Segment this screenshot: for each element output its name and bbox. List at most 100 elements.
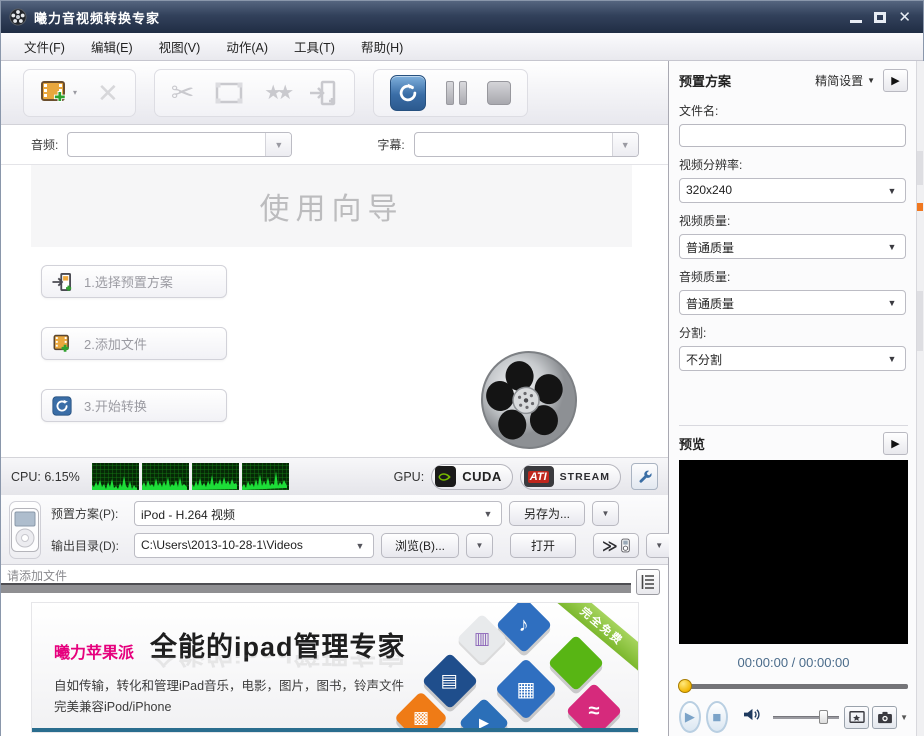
cpu-graphs [91, 463, 289, 490]
delete-file-button[interactable]: ✕ [97, 80, 119, 106]
choose-profile-icon [50, 271, 74, 293]
promo-banner: 曦力苹果派 全能的ipad管理专家 全能的ipad管理专家 自如传输，转化和管理… [1, 599, 668, 736]
scroll-strip-segment [917, 291, 923, 351]
preview-section: 预览 ▶ 00:00:00 / 00:00:00 ▶ ■ ▼ [678, 425, 908, 733]
effects-button[interactable]: ★★ [264, 83, 294, 103]
clip-button[interactable]: ✂ [171, 78, 194, 107]
preview-expand-button[interactable]: ▶ [883, 431, 908, 455]
seek-knob[interactable] [678, 679, 692, 693]
convert-button[interactable] [390, 74, 427, 111]
seek-bar[interactable] [678, 679, 908, 693]
crop-button[interactable] [214, 80, 244, 106]
promo-banner-box[interactable]: 曦力苹果派 全能的ipad管理专家 全能的ipad管理专家 自如传输，转化和管理… [31, 602, 639, 733]
preset-bar: 预置方案(P): iPod - H.264 视频 ▼ 另存为... ▼ 输出目录… [1, 495, 673, 565]
cuda-label: CUDA [462, 469, 502, 484]
filename-input[interactable] [679, 124, 906, 147]
queue-status-row: 请添加文件 [1, 565, 668, 599]
gpu-zone: GPU: CUDA ATI STREAM [394, 463, 658, 490]
nvidia-icon [435, 466, 457, 487]
banner-brand: 曦力苹果派 [54, 645, 135, 662]
add-file-button[interactable]: ▾ [40, 80, 77, 106]
audio-caret-icon[interactable]: ▼ [265, 133, 292, 156]
wizard-step-start-convert[interactable]: 3.开始转换 [41, 389, 227, 422]
device-ipod-button[interactable] [9, 500, 41, 559]
volume-knob[interactable] [819, 710, 829, 724]
wizard-step-add-files[interactable]: 2.添加文件 [41, 327, 227, 360]
add-file-caret-icon[interactable]: ▾ [73, 88, 77, 97]
pause-button[interactable] [446, 80, 468, 105]
menu-tools[interactable]: 工具(T) [281, 33, 348, 60]
minimize-button[interactable] [850, 12, 863, 23]
ati-stream-button[interactable]: ATI STREAM [519, 463, 621, 490]
settings-mode-caret-icon: ▼ [867, 75, 875, 85]
close-button[interactable]: ✕ [898, 9, 911, 26]
volume-slider[interactable] [772, 710, 840, 724]
cpu-graph-2 [141, 463, 189, 490]
audio-quality-select[interactable]: 普通质量 ▼ [679, 290, 906, 315]
split-select[interactable]: 不分割 ▼ [679, 346, 906, 371]
preview-stop-button[interactable]: ■ [705, 701, 728, 733]
wizard-step-choose-profile[interactable]: 1.选择预置方案 [41, 265, 227, 298]
profile-caret-icon[interactable]: ▼ [475, 502, 501, 525]
split-caret-icon: ▼ [887, 353, 897, 364]
split-value: 不分割 [686, 353, 723, 367]
cpu-graph-3 [191, 463, 239, 490]
snapshot-camera-button[interactable] [872, 705, 898, 729]
queue-list-button[interactable] [636, 569, 660, 595]
menu-action[interactable]: 动作(A) [213, 33, 281, 60]
menu-view[interactable]: 视图(V) [146, 33, 214, 60]
split-label: 分割: [679, 326, 707, 340]
start-convert-icon [50, 395, 74, 417]
transfer-to-device-button[interactable]: ≫ [593, 533, 639, 558]
window-title: 曦力音视频转换专家 [34, 10, 161, 26]
preview-controls: ▶ ■ ▼ [679, 701, 908, 733]
maximize-button[interactable] [874, 11, 887, 23]
cube-music: ♪ [495, 603, 553, 654]
menu-file[interactable]: 文件(F) [11, 33, 78, 60]
output-dir-select[interactable]: C:\Users\2013-10-28-1\Videos ▼ [134, 533, 374, 558]
settings-wrench-button[interactable] [631, 463, 658, 490]
volume-icon[interactable] [743, 707, 760, 727]
add-files-icon [50, 333, 74, 355]
snapshot-film-button[interactable] [844, 705, 870, 729]
video-quality-select[interactable]: 普通质量 ▼ [679, 234, 906, 259]
snapshot-caret-icon[interactable]: ▼ [900, 713, 908, 722]
cube-wifi: ≈ [565, 682, 623, 732]
profile-select[interactable]: iPod - H.264 视频 ▼ [134, 501, 502, 526]
settings-mode-select[interactable]: 精简设置 ▼ [815, 72, 875, 89]
film-reel-image [479, 348, 579, 457]
cuda-button[interactable]: CUDA [431, 463, 513, 490]
preview-play-button[interactable]: ▶ [679, 701, 701, 733]
seek-track[interactable] [679, 684, 908, 689]
cube-film: ▦ [494, 657, 558, 721]
stream-select-row: 音频: ▼ 字幕: ▼ [1, 125, 668, 165]
volume-track[interactable] [772, 716, 840, 719]
toolbar-convert-group [373, 68, 529, 117]
banner-headline-reflection: 全能的ipad管理专家 [150, 655, 406, 675]
right-scroll-strip[interactable] [916, 61, 924, 736]
save-as-button[interactable]: 另存为... [509, 501, 585, 526]
toolbar-edit-group: ✂ ★★ [153, 68, 356, 117]
save-as-caret-button[interactable]: ▼ [592, 501, 619, 526]
resolution-select[interactable]: 320x240 ▼ [679, 178, 906, 203]
profile-label: 预置方案(P): [51, 507, 119, 521]
scroll-strip-segment [917, 151, 923, 185]
browse-caret-button[interactable]: ▼ [466, 533, 493, 558]
menu-help[interactable]: 帮助(H) [348, 33, 416, 60]
subtitle-caret-icon[interactable]: ▼ [611, 133, 638, 156]
app-icon [9, 8, 27, 26]
stop-button[interactable] [487, 80, 512, 105]
toolbar-file-group: ▾ ✕ [23, 68, 136, 117]
output-dir-caret-icon[interactable]: ▼ [347, 534, 373, 557]
cpu-gpu-bar: CPU: 6.15% GPU: CUDA ATI STREAM [1, 457, 668, 495]
panel-collapse-button[interactable]: ▶ [883, 68, 908, 92]
browse-button[interactable]: 浏览(B)... [381, 533, 459, 558]
subtitle-select[interactable]: ▼ [413, 132, 639, 157]
audio-select[interactable]: ▼ [67, 132, 293, 157]
merge-button[interactable] [308, 80, 338, 106]
open-button[interactable]: 打开 [510, 533, 576, 558]
profile-settings-panel: 预置方案 精简设置 ▼ ▶ 文件名: 视频分辨率: 320x240 ▼ 视频质量… [669, 61, 924, 736]
snapshot-group: ▼ [844, 705, 908, 729]
menu-edit[interactable]: 编辑(E) [78, 33, 146, 60]
resolution-caret-icon: ▼ [887, 185, 897, 196]
